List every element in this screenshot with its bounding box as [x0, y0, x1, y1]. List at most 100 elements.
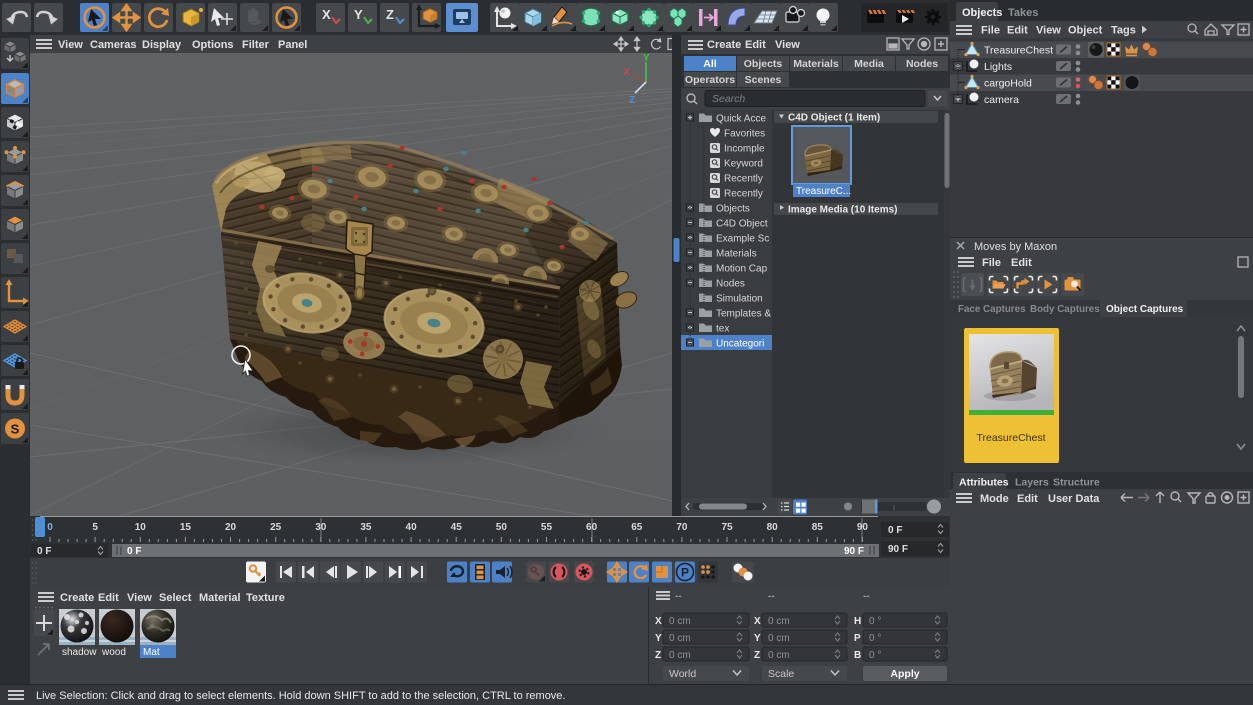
- svg-text:35: 35: [360, 522, 372, 533]
- svg-text:Templates &: Templates &: [716, 309, 771, 320]
- svg-text:File: File: [982, 257, 1001, 269]
- svg-text:0: 0: [47, 522, 53, 533]
- svg-text:--: --: [675, 591, 682, 602]
- svg-text:Media: Media: [854, 58, 884, 70]
- svg-text:Nodes: Nodes: [906, 58, 938, 70]
- svg-text:0 °: 0 °: [869, 650, 881, 661]
- svg-text:Object: Object: [1068, 25, 1103, 37]
- svg-text:shadow: shadow: [62, 647, 97, 658]
- svg-text:90 F: 90 F: [888, 544, 908, 555]
- svg-text:80: 80: [767, 522, 779, 533]
- svg-text:H: H: [854, 616, 861, 627]
- svg-text:C4D Object: C4D Object: [716, 219, 768, 230]
- svg-text:55: 55: [541, 522, 553, 533]
- svg-text:X: X: [754, 616, 761, 627]
- svg-text:View: View: [58, 39, 83, 51]
- svg-text:Tags: Tags: [1111, 25, 1136, 37]
- svg-text:85: 85: [812, 522, 824, 533]
- svg-text:Y: Y: [643, 53, 650, 64]
- svg-text:Recently: Recently: [724, 189, 763, 200]
- svg-text:0 F: 0 F: [888, 525, 902, 536]
- svg-text:View: View: [127, 592, 152, 604]
- svg-text:B: B: [854, 650, 861, 661]
- svg-text:Edit: Edit: [1011, 257, 1032, 269]
- svg-text:Recently: Recently: [724, 174, 763, 185]
- svg-text:Live Selection: Click and drag: Live Selection: Click and drag to select…: [36, 690, 565, 702]
- svg-text:TreasureChest: TreasureChest: [976, 432, 1045, 444]
- svg-text:camera: camera: [984, 94, 1019, 106]
- svg-text:X: X: [655, 616, 662, 627]
- svg-text:30: 30: [315, 522, 327, 533]
- svg-text:Cameras: Cameras: [90, 39, 136, 51]
- svg-text:Moves by Maxon: Moves by Maxon: [974, 241, 1057, 253]
- svg-text:90 F: 90 F: [844, 546, 864, 557]
- svg-text:Y: Y: [354, 7, 363, 22]
- svg-text:Structure: Structure: [1053, 477, 1100, 489]
- svg-text:0 cm: 0 cm: [669, 633, 691, 644]
- svg-text:--: --: [863, 591, 870, 602]
- svg-text:Takes: Takes: [1008, 7, 1038, 19]
- svg-text:--: --: [768, 591, 775, 602]
- svg-text:Panel: Panel: [278, 39, 307, 51]
- svg-text:Image Media (10 Items): Image Media (10 Items): [788, 205, 897, 216]
- svg-text:P: P: [681, 566, 689, 580]
- svg-text:Y: Y: [655, 633, 662, 644]
- svg-text:Search: Search: [712, 93, 745, 105]
- svg-text:Display: Display: [142, 39, 182, 51]
- svg-text:25: 25: [270, 522, 282, 533]
- svg-text:Body Captures: Body Captures: [1030, 304, 1100, 315]
- svg-text:Z: Z: [629, 95, 635, 106]
- svg-text:Nodes: Nodes: [716, 279, 745, 290]
- svg-text:Edit: Edit: [98, 592, 119, 604]
- svg-text:Incomple: Incomple: [724, 144, 765, 155]
- svg-text:Material: Material: [199, 592, 241, 604]
- svg-text:0 F: 0 F: [127, 546, 141, 557]
- svg-text:C4D Object (1 Item): C4D Object (1 Item): [788, 113, 880, 124]
- svg-text:15: 15: [180, 522, 192, 533]
- svg-text:Y: Y: [754, 633, 761, 644]
- svg-text:60: 60: [586, 522, 598, 533]
- svg-text:0 cm: 0 cm: [768, 650, 790, 661]
- svg-text:Apply: Apply: [890, 668, 919, 680]
- svg-text:0 cm: 0 cm: [669, 616, 691, 627]
- svg-text:View: View: [1036, 25, 1061, 37]
- svg-text:tex: tex: [716, 324, 729, 335]
- svg-text:X: X: [623, 67, 630, 78]
- svg-text:Simulation: Simulation: [716, 294, 763, 305]
- svg-text:Motion Cap: Motion Cap: [716, 264, 768, 275]
- svg-text:X: X: [322, 7, 331, 22]
- svg-text:Z: Z: [655, 650, 661, 661]
- svg-text:0 °: 0 °: [869, 616, 881, 627]
- svg-text:Options: Options: [192, 39, 234, 51]
- svg-text:Filter: Filter: [242, 39, 270, 51]
- svg-text:0 °: 0 °: [869, 633, 881, 644]
- svg-text:Objects: Objects: [716, 204, 750, 215]
- svg-text:wood: wood: [101, 647, 126, 658]
- svg-text:P: P: [854, 633, 861, 644]
- svg-text:Attributes: Attributes: [959, 477, 1009, 489]
- svg-text:Mat: Mat: [143, 647, 160, 658]
- svg-text:Uncategori: Uncategori: [716, 339, 764, 350]
- svg-text:TreasureC...: TreasureC...: [796, 186, 851, 197]
- svg-text:File: File: [981, 25, 1000, 37]
- svg-text:45: 45: [451, 522, 463, 533]
- svg-text:Face Captures: Face Captures: [958, 304, 1026, 315]
- svg-text:Create: Create: [707, 39, 741, 51]
- svg-text:Layers: Layers: [1015, 477, 1049, 489]
- svg-text:Quick Acce: Quick Acce: [716, 114, 766, 125]
- svg-text:Materials: Materials: [793, 58, 839, 70]
- svg-text:90: 90: [857, 522, 869, 533]
- svg-text:Texture: Texture: [246, 592, 285, 604]
- svg-text:cargoHold: cargoHold: [984, 78, 1032, 90]
- svg-text:Objects: Objects: [962, 7, 1002, 19]
- svg-text:20: 20: [225, 522, 237, 533]
- svg-text:Scale: Scale: [768, 668, 794, 680]
- svg-text:Create: Create: [60, 592, 94, 604]
- svg-text:World: World: [669, 668, 696, 680]
- svg-text:75: 75: [721, 522, 733, 533]
- svg-text:S: S: [11, 422, 20, 437]
- svg-text:5: 5: [92, 522, 98, 533]
- svg-text:View: View: [775, 39, 800, 51]
- svg-text:Keyword: Keyword: [724, 159, 763, 170]
- svg-text:TreasureChest: TreasureChest: [984, 45, 1053, 57]
